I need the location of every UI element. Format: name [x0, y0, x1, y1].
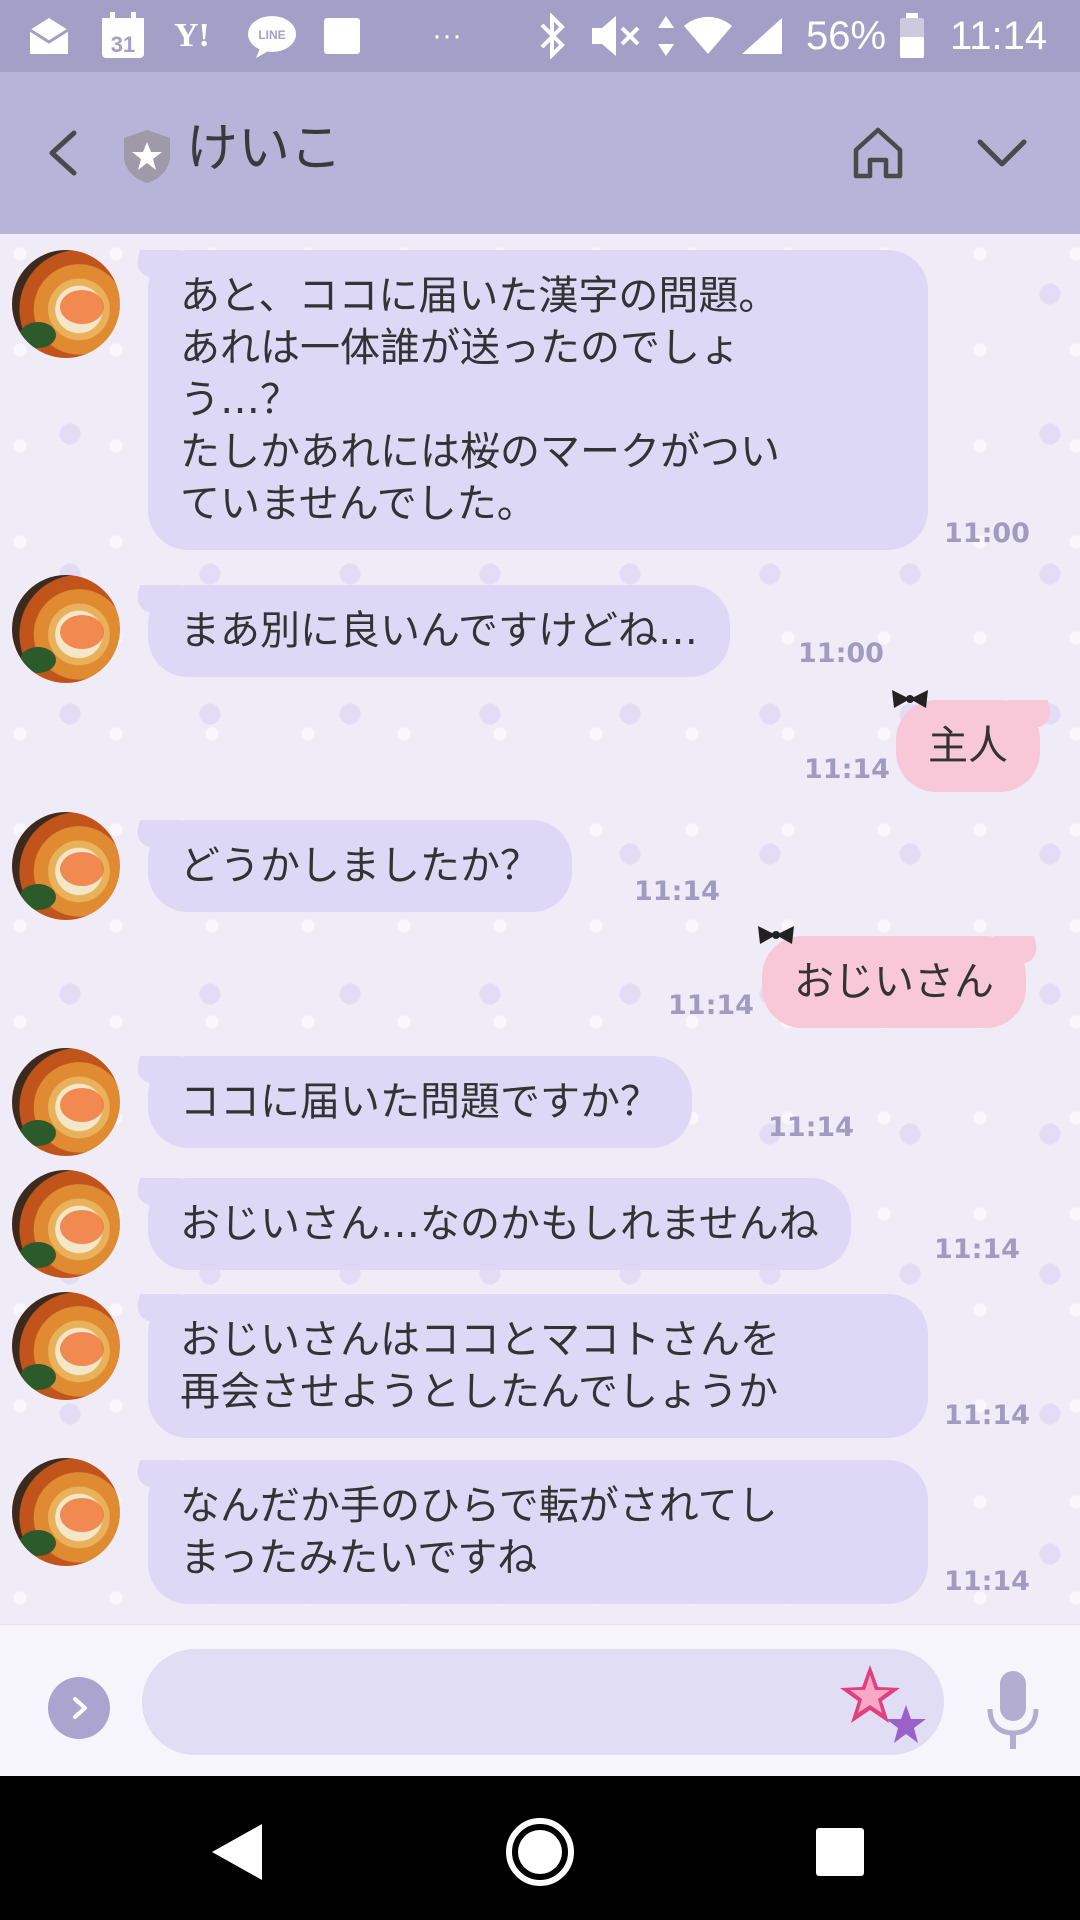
shield-star-icon: [122, 128, 172, 184]
mute-icon: [590, 0, 642, 72]
avatar[interactable]: [12, 1048, 120, 1156]
navigation-bar: [0, 1776, 1080, 1920]
chat-header: けいこ: [0, 72, 1080, 234]
message-time: 11:14: [944, 1400, 1030, 1431]
avatar[interactable]: [12, 250, 120, 358]
message-bubble[interactable]: ココに届いた問題ですか？: [148, 1056, 692, 1148]
battery-icon: [898, 0, 926, 72]
message-time: 11:14: [804, 754, 890, 785]
mic-icon[interactable]: [982, 1669, 1044, 1753]
avatar[interactable]: [12, 1458, 120, 1566]
nav-recents-icon[interactable]: [800, 1812, 880, 1892]
message-time: 11:14: [668, 990, 754, 1021]
avatar[interactable]: [12, 1292, 120, 1400]
message-time: 11:14: [944, 1566, 1030, 1597]
yahoo-icon: Y!: [174, 17, 210, 54]
nav-back-icon[interactable]: [200, 1812, 280, 1892]
message-bubble[interactable]: どうかしましたか？: [148, 820, 572, 912]
bow-icon: [892, 690, 928, 708]
bluetooth-icon: [538, 0, 568, 72]
signal-icon: [740, 0, 784, 72]
status-bar: 31 Y! LINE ··· 56% 11:14: [0, 0, 1080, 72]
nav-home-icon[interactable]: [500, 1812, 580, 1892]
message-text: 主人: [928, 723, 1008, 769]
message-bubble-sent[interactable]: おじいさん: [758, 926, 1026, 1028]
chat-title: けいこ: [186, 119, 343, 179]
back-icon[interactable]: [30, 117, 100, 187]
square-notification-icon: [322, 0, 362, 72]
message-time: 11:00: [944, 518, 1030, 549]
message-input[interactable]: [142, 1649, 944, 1755]
message-time: 11:14: [634, 876, 720, 907]
avatar[interactable]: [12, 812, 120, 920]
battery-percent: 56%: [806, 13, 887, 58]
message-text: おじいさん: [794, 959, 994, 1005]
calendar-icon: 31: [100, 0, 146, 72]
data-arrows-icon: [656, 0, 676, 72]
status-time: 11:14: [950, 13, 1048, 58]
bow-icon: [758, 926, 794, 944]
more-notifications-icon: ···: [432, 19, 462, 52]
message-bubble[interactable]: まあ別に良いんですけどね…: [148, 585, 730, 677]
wifi-icon: [684, 0, 732, 72]
message-bubble[interactable]: なんだか手のひらで転がされてし まったみたいですね: [148, 1460, 928, 1604]
message-bubble-sent[interactable]: 主人: [892, 690, 1040, 792]
message-bubble[interactable]: あと、ココに届いた漢字の問題。 あれは一体誰が送ったのでしょ う…？ たしかあれ…: [148, 250, 928, 550]
more-arrow-icon[interactable]: [48, 1677, 110, 1739]
message-time: 11:14: [768, 1112, 854, 1143]
home-icon[interactable]: [846, 120, 910, 184]
avatar[interactable]: [12, 1170, 120, 1278]
chat-area[interactable]: あと、ココに届いた漢字の問題。 あれは一体誰が送ったのでしょ う…？ たしかあれ…: [0, 234, 1080, 1624]
message-time: 11:00: [798, 638, 884, 669]
input-bar: [0, 1624, 1080, 1776]
line-app-icon: LINE: [246, 0, 298, 72]
chevron-down-icon[interactable]: [970, 120, 1034, 184]
svg-text:LINE: LINE: [258, 28, 285, 42]
message-time: 11:14: [934, 1234, 1020, 1265]
message-bubble[interactable]: おじいさん…なのかもしれませんね: [148, 1178, 851, 1270]
svg-text:31: 31: [111, 32, 135, 57]
sticker-icon[interactable]: [840, 1661, 930, 1745]
email-icon: [26, 0, 72, 72]
message-bubble[interactable]: おじいさんはココとマコトさんを 再会させようとしたんでしょうか: [148, 1294, 928, 1438]
avatar[interactable]: [12, 575, 120, 683]
